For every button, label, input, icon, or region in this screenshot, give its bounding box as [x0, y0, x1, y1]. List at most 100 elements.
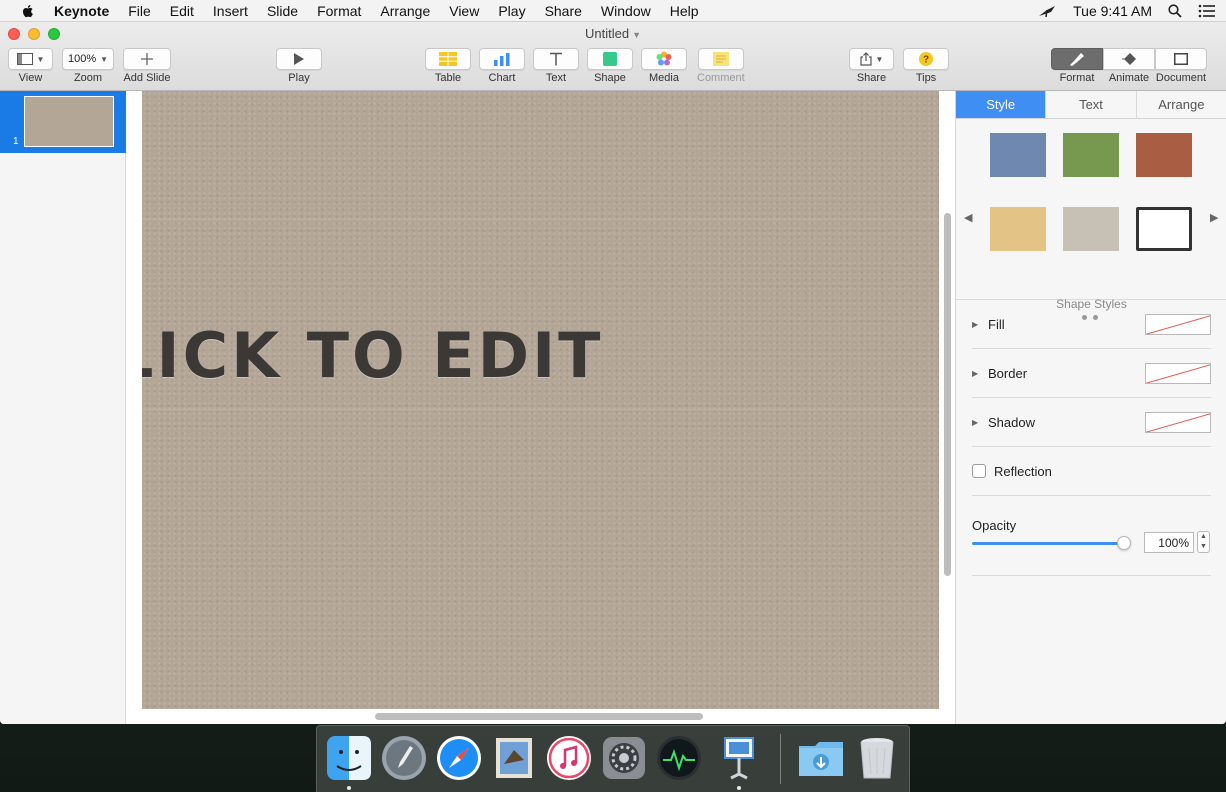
- document-label: Document: [1155, 72, 1207, 84]
- paintbrush-icon: [1070, 53, 1084, 66]
- window-title[interactable]: Untitled ▼: [0, 26, 1226, 41]
- media-button[interactable]: [641, 48, 687, 70]
- activity-monitor-icon[interactable]: [655, 734, 703, 782]
- style-swatch-gray[interactable]: [1063, 207, 1119, 251]
- spotlight-search-icon[interactable]: [1168, 4, 1182, 18]
- zoom-select[interactable]: 100% ▼: [62, 48, 114, 70]
- shape-control: Shape: [587, 48, 633, 84]
- downloads-folder-icon[interactable]: [797, 734, 845, 782]
- menu-play[interactable]: Play: [498, 3, 525, 19]
- view-button[interactable]: ▼: [8, 48, 53, 70]
- menu-edit[interactable]: Edit: [170, 3, 194, 19]
- text-control: Text: [533, 48, 579, 84]
- menu-format[interactable]: Format: [317, 3, 361, 19]
- menu-insert[interactable]: Insert: [213, 3, 248, 19]
- apple-menu-icon[interactable]: [20, 3, 36, 19]
- text-button[interactable]: [533, 48, 579, 70]
- tips-button[interactable]: ?: [903, 48, 949, 70]
- document-button[interactable]: [1155, 48, 1207, 70]
- chart-button[interactable]: [479, 48, 525, 70]
- format-button[interactable]: [1051, 48, 1103, 70]
- shape-styles-panel: ◀ ▶ Shape Styles: [956, 119, 1226, 320]
- slide-thumbnail-image[interactable]: [24, 96, 114, 147]
- share-label: Share: [856, 72, 887, 84]
- mail-icon[interactable]: [490, 734, 538, 782]
- table-control: Table: [425, 48, 471, 84]
- next-styles-arrow-icon[interactable]: ▶: [1210, 211, 1218, 224]
- opacity-label: Opacity: [972, 518, 1017, 533]
- table-button[interactable]: [425, 48, 471, 70]
- play-button[interactable]: [276, 48, 322, 70]
- fill-color-well[interactable]: [1145, 313, 1211, 335]
- tab-arrange[interactable]: Arrange: [1135, 91, 1226, 118]
- shadow-row[interactable]: ▶ Shadow: [972, 398, 1211, 447]
- style-swatch-tan[interactable]: [990, 207, 1046, 251]
- tips-control: ? Tips: [903, 48, 949, 84]
- keynote-icon[interactable]: [715, 734, 763, 782]
- slide-title-placeholder[interactable]: LICK TO EDIT: [142, 319, 603, 392]
- disclosure-triangle-icon[interactable]: ▶: [972, 369, 988, 378]
- text-icon: [550, 52, 562, 66]
- comment-button[interactable]: [697, 48, 744, 70]
- shadow-color-well[interactable]: [1145, 411, 1211, 433]
- opacity-stepper[interactable]: ▲ ▼: [1197, 531, 1210, 553]
- launchpad-icon[interactable]: [380, 734, 428, 782]
- notification-center-icon[interactable]: [1198, 4, 1216, 18]
- system-preferences-icon[interactable]: [600, 734, 648, 782]
- fill-row[interactable]: ▶ Fill: [972, 300, 1211, 349]
- animate-button[interactable]: [1103, 48, 1155, 70]
- menu-file[interactable]: File: [128, 3, 151, 19]
- share-control: ▼ Share: [849, 48, 894, 84]
- zoom-value: 100%: [67, 53, 97, 65]
- slide-canvas-area: LICK TO EDIT: [127, 91, 955, 724]
- previous-styles-arrow-icon[interactable]: ◀: [964, 211, 972, 224]
- border-color-well[interactable]: [1145, 362, 1211, 384]
- menu-bar: Keynote File Edit Insert Slide Format Ar…: [0, 0, 1226, 22]
- menu-view[interactable]: View: [449, 3, 479, 19]
- tab-style[interactable]: Style: [956, 91, 1046, 118]
- comment-control: Comment: [697, 48, 745, 84]
- dock-separator: [780, 734, 781, 784]
- tab-text[interactable]: Text: [1045, 91, 1136, 118]
- opacity-slider-track[interactable]: [972, 542, 1124, 545]
- add-slide-button[interactable]: [123, 48, 171, 70]
- keynote-window: Untitled▼ ▼ View 100% ▼ Zoom Add Slide: [0, 22, 1226, 724]
- airplay-status-icon[interactable]: [1037, 4, 1057, 18]
- menu-window[interactable]: Window: [601, 3, 651, 19]
- finder-icon[interactable]: [325, 734, 373, 782]
- svg-text:?: ?: [923, 55, 929, 66]
- opacity-input[interactable]: 100%: [1144, 532, 1194, 553]
- slide-thumbnail-selected[interactable]: 1: [0, 91, 126, 153]
- disclosure-triangle-icon[interactable]: ▶: [972, 418, 988, 427]
- style-swatch-blue[interactable]: [990, 133, 1046, 177]
- horizontal-scrollbar[interactable]: [375, 713, 703, 720]
- menu-slide[interactable]: Slide: [267, 3, 298, 19]
- texture-line: [142, 409, 939, 410]
- document-title: Untitled: [585, 26, 630, 41]
- plus-icon: [141, 53, 153, 65]
- disclosure-triangle-icon[interactable]: ▶: [972, 320, 988, 329]
- shape-button[interactable]: [587, 48, 633, 70]
- share-button[interactable]: ▼: [849, 48, 894, 70]
- menu-help[interactable]: Help: [670, 3, 699, 19]
- toolbar: Untitled▼ ▼ View 100% ▼ Zoom Add Slide: [0, 22, 1226, 91]
- menu-arrange[interactable]: Arrange: [380, 3, 430, 19]
- style-swatch-outline[interactable]: [1136, 207, 1192, 251]
- menu-share[interactable]: Share: [545, 3, 582, 19]
- question-icon: ?: [919, 52, 933, 66]
- vertical-scrollbar[interactable]: [944, 213, 951, 576]
- style-swatch-red[interactable]: [1136, 133, 1192, 177]
- play-icon: [294, 53, 304, 65]
- border-row[interactable]: ▶ Border: [972, 349, 1211, 398]
- style-swatch-green[interactable]: [1063, 133, 1119, 177]
- menu-clock[interactable]: Tue 9:41 AM: [1073, 3, 1152, 19]
- opacity-slider-knob[interactable]: [1117, 536, 1131, 550]
- safari-icon[interactable]: [435, 734, 483, 782]
- inspector-tabs: Style Text Arrange: [956, 91, 1226, 119]
- itunes-icon[interactable]: [545, 734, 593, 782]
- reflection-label: Reflection: [994, 463, 1052, 479]
- reflection-checkbox[interactable]: [972, 464, 986, 478]
- slide-canvas[interactable]: LICK TO EDIT: [142, 91, 939, 709]
- trash-icon[interactable]: [853, 734, 901, 782]
- menu-app-name[interactable]: Keynote: [54, 3, 109, 19]
